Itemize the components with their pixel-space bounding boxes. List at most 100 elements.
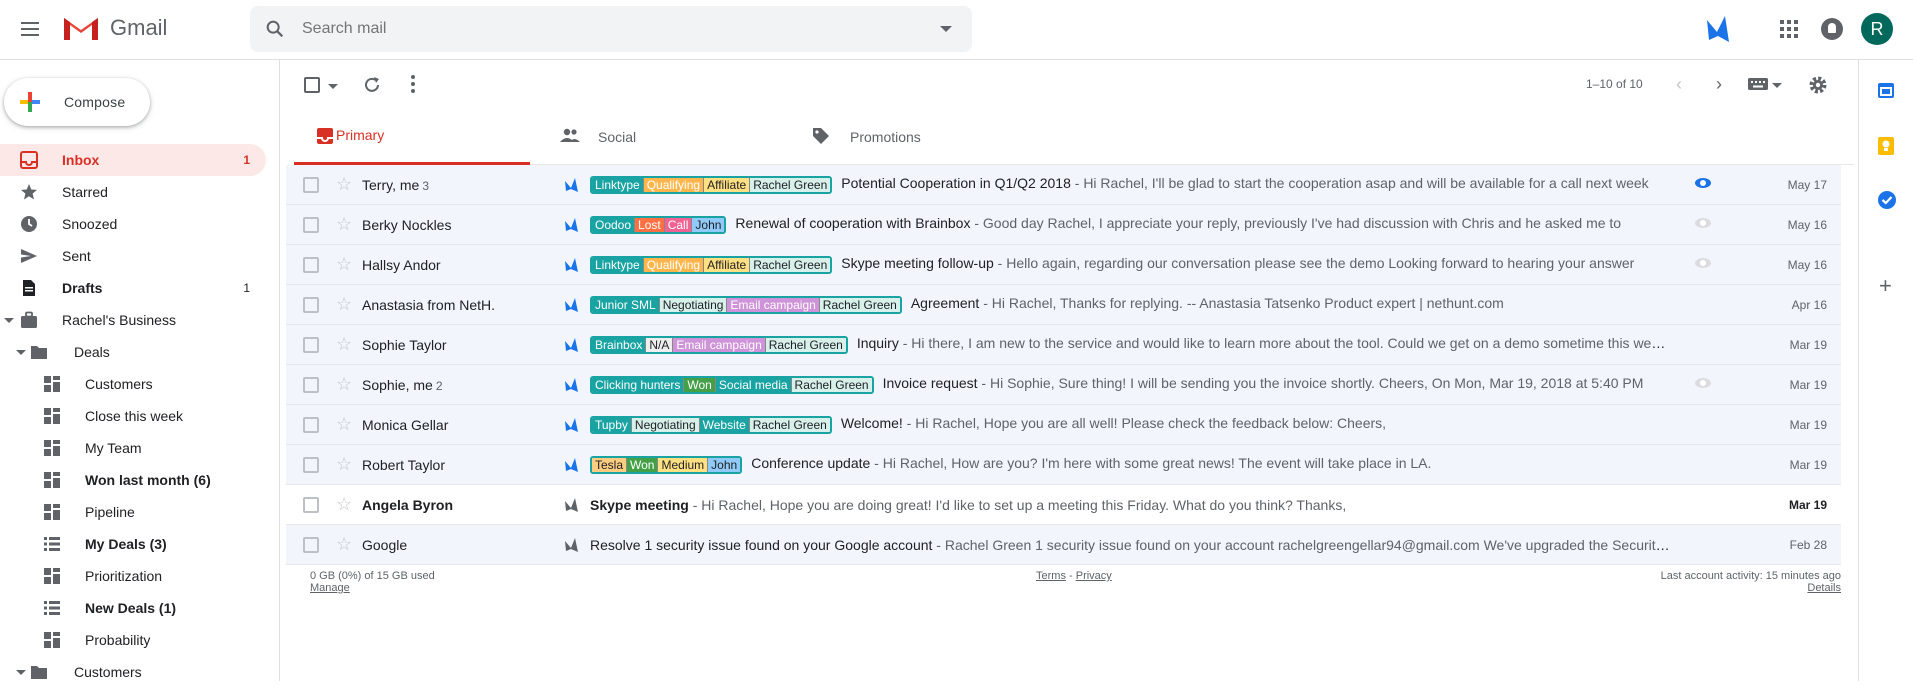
apps-grid-icon[interactable] (1780, 20, 1798, 38)
email-row[interactable]: ☆ Anastasia from NetH. Junior SML Negotiati… (286, 285, 1841, 325)
next-page-icon[interactable]: › (1716, 74, 1722, 95)
crm-tags[interactable]: Oodoo Lost Call John (590, 215, 727, 234)
select-dropdown-icon[interactable] (328, 84, 338, 89)
star-icon[interactable]: ☆ (336, 535, 352, 553)
sidebar-item-pipeline[interactable]: Pipeline (0, 496, 266, 528)
collapse-caret-icon[interactable] (16, 350, 26, 355)
sidebar-item-customers-view[interactable]: Customers (0, 368, 266, 400)
main-menu-icon[interactable] (18, 18, 42, 42)
settings-gear-icon[interactable] (1808, 75, 1828, 95)
email-row[interactable]: ☆ Robert Taylor Tesla Won Medium John Conferen… (286, 445, 1841, 485)
sidebar-item-starred[interactable]: Starred (0, 176, 266, 208)
star-icon[interactable]: ☆ (336, 455, 352, 473)
nethunt-crm-icon[interactable] (564, 417, 580, 433)
crm-tags[interactable]: Junior SML Negotiating Email campaign Rache… (590, 295, 902, 314)
sidebar-item-prioritization[interactable]: Prioritization (0, 560, 266, 592)
tab-promotions[interactable]: Promotions (790, 108, 1026, 165)
sidebar-item-my-deals[interactable]: My Deals (3) (0, 528, 266, 560)
search-icon[interactable] (264, 18, 286, 40)
email-row[interactable]: ☆ Monica Gellar Tupby Negotiating Website Rac… (286, 405, 1841, 445)
read-tracking-eye-icon[interactable] (1695, 258, 1711, 268)
row-checkbox[interactable] (303, 337, 319, 353)
collapse-caret-icon[interactable] (16, 670, 26, 675)
search-bar[interactable] (250, 6, 972, 52)
calendar-icon[interactable] (1877, 81, 1895, 99)
search-options-icon[interactable] (940, 26, 952, 32)
row-checkbox[interactable] (303, 377, 319, 393)
star-icon[interactable]: ☆ (336, 215, 352, 233)
star-icon[interactable]: ☆ (336, 255, 352, 273)
crm-tags[interactable]: Clicking hunters Won Social media Rachel Gr… (590, 375, 874, 394)
row-checkbox[interactable] (303, 537, 319, 553)
keep-icon[interactable] (1877, 136, 1895, 156)
read-tracking-eye-icon[interactable] (1695, 378, 1711, 388)
read-tracking-eye-icon[interactable] (1695, 178, 1711, 188)
nethunt-crm-icon[interactable] (564, 297, 580, 313)
nethunt-crm-icon[interactable] (564, 377, 580, 393)
row-checkbox[interactable] (303, 417, 319, 433)
sidebar-item-customers-folder[interactable]: Customers (0, 656, 266, 688)
crm-tags[interactable]: Tupby Negotiating Website Rachel Green (590, 415, 832, 434)
email-row[interactable]: ☆ Angela Byron Skype meeting - Hi Rachel, … (286, 485, 1841, 525)
row-checkbox[interactable] (303, 297, 319, 313)
email-row[interactable]: ☆ Hallsy Andor Linktype Qualifying Affiliate… (286, 245, 1841, 285)
crm-tags[interactable]: Brainbox N/A Email campaign Rachel Green (590, 335, 848, 354)
notifications-icon[interactable] (1821, 18, 1843, 40)
sidebar-item-won-last-month[interactable]: Won last month (6) (0, 464, 266, 496)
gmail-logo[interactable]: Gmail (62, 14, 167, 42)
sidebar-item-rachels-business[interactable]: Rachel's Business (0, 304, 266, 336)
details-link[interactable]: Details (1807, 582, 1841, 594)
nethunt-icon[interactable] (1705, 14, 1731, 44)
sidebar-item-sent[interactable]: Sent (0, 240, 266, 272)
sidebar-item-snoozed[interactable]: Snoozed (0, 208, 266, 240)
crm-tags[interactable]: Linktype Qualifying Affiliate Rachel Green (590, 175, 833, 194)
sidebar-item-probability[interactable]: Probability (0, 624, 266, 656)
sidebar-item-close-this-week[interactable]: Close this week (0, 400, 266, 432)
tasks-icon[interactable] (1877, 190, 1897, 210)
crm-tags[interactable]: Tesla Won Medium John (590, 455, 743, 474)
manage-storage-link[interactable]: Manage (310, 582, 350, 594)
nethunt-crm-icon[interactable] (564, 177, 580, 193)
privacy-link[interactable]: Privacy (1076, 570, 1112, 582)
star-icon[interactable]: ☆ (336, 495, 352, 513)
star-icon[interactable]: ☆ (336, 415, 352, 433)
nethunt-crm-icon[interactable] (564, 497, 580, 513)
row-checkbox[interactable] (303, 497, 319, 513)
star-icon[interactable]: ☆ (336, 295, 352, 313)
read-tracking-eye-icon[interactable] (1695, 218, 1711, 228)
refresh-icon[interactable] (362, 75, 382, 95)
prev-page-icon[interactable]: ‹ (1676, 74, 1682, 95)
tab-primary[interactable]: Primary (294, 108, 530, 165)
sidebar-item-inbox[interactable]: Inbox 1 (0, 144, 266, 176)
row-checkbox[interactable] (303, 217, 319, 233)
input-tools-dropdown-icon[interactable] (1772, 83, 1782, 88)
sidebar-item-drafts[interactable]: Drafts 1 (0, 272, 266, 304)
crm-tags[interactable]: Linktype Qualifying Affiliate Rachel Green (590, 255, 833, 274)
terms-link[interactable]: Terms (1036, 570, 1066, 582)
select-all-checkbox[interactable] (304, 77, 320, 93)
star-icon[interactable]: ☆ (336, 335, 352, 353)
star-icon[interactable]: ☆ (336, 175, 352, 193)
row-checkbox[interactable] (303, 457, 319, 473)
nethunt-crm-icon[interactable] (564, 257, 580, 273)
compose-button[interactable]: Compose (4, 78, 150, 126)
nethunt-crm-icon[interactable] (564, 537, 580, 553)
tab-social[interactable]: Social (538, 108, 774, 165)
sidebar-item-new-deals[interactable]: New Deals (1) (0, 592, 266, 624)
sidebar-item-deals[interactable]: Deals (0, 336, 266, 368)
row-checkbox[interactable] (303, 177, 319, 193)
keyboard-icon[interactable] (1748, 78, 1768, 90)
email-row[interactable]: ☆ Google Resolve 1 security issue found on… (286, 525, 1841, 565)
sidebar-item-my-team[interactable]: My Team (0, 432, 266, 464)
star-icon[interactable]: ☆ (336, 375, 352, 393)
account-avatar[interactable]: R (1861, 13, 1893, 45)
nethunt-crm-icon[interactable] (564, 337, 580, 353)
collapse-caret-icon[interactable] (4, 318, 14, 323)
email-row[interactable]: ☆ Sophie, me 2 Clicking hunters Won Social me… (286, 365, 1841, 405)
add-addon-icon[interactable]: + (1879, 275, 1892, 297)
email-row[interactable]: ☆ Berky Nockles Oodoo Lost Call John Renewal o… (286, 205, 1841, 245)
nethunt-crm-icon[interactable] (564, 457, 580, 473)
row-checkbox[interactable] (303, 257, 319, 273)
more-options-icon[interactable] (410, 74, 416, 94)
search-input[interactable] (302, 6, 902, 52)
